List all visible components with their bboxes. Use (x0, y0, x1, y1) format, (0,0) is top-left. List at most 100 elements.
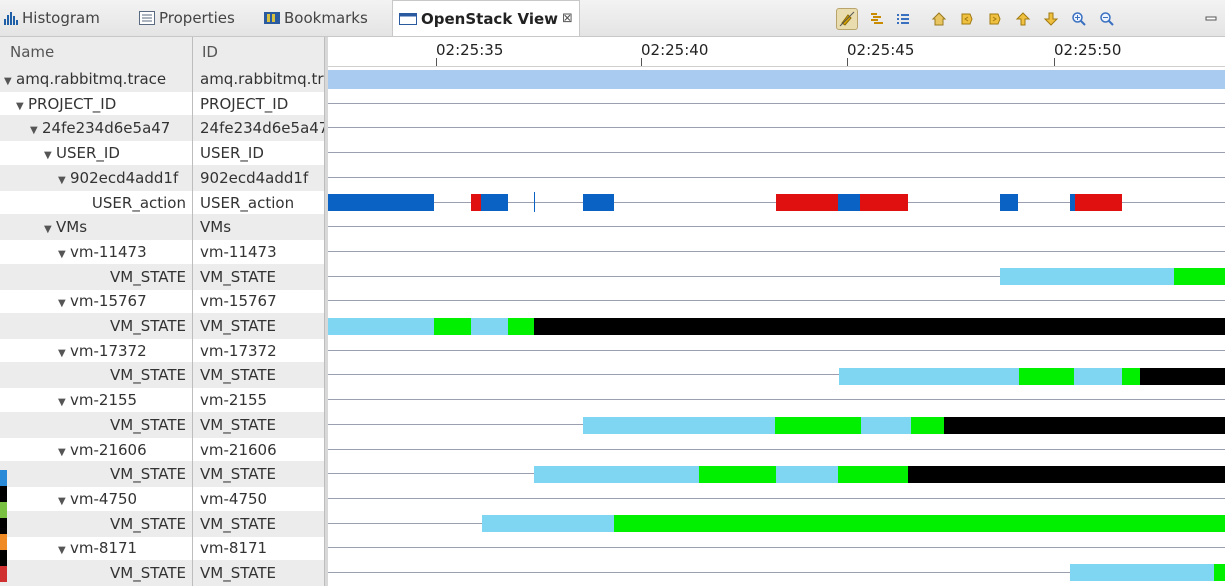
tree-row[interactable]: ▼ vm-11473 vm-11473 (0, 239, 324, 265)
tab-bookmarks[interactable]: Bookmarks (264, 0, 368, 36)
trace-state-bar[interactable] (328, 70, 1225, 89)
up-icon[interactable] (1012, 8, 1034, 30)
vm-state-bar[interactable] (911, 417, 944, 434)
tree-row[interactable]: VM_STATE VM_STATE (0, 313, 324, 339)
action-state-bar[interactable] (838, 194, 860, 211)
action-state-bar[interactable] (471, 194, 481, 211)
vm-state-bar[interactable] (944, 417, 1225, 434)
prev-event-icon[interactable] (956, 8, 978, 30)
vm-state-bar[interactable] (861, 417, 911, 434)
vm-state-bar[interactable] (434, 318, 471, 335)
vm-state-bar[interactable] (328, 318, 434, 335)
expand-toggle-icon[interactable]: ▼ (4, 69, 16, 92)
tree-row[interactable]: VM_STATE VM_STATE (0, 263, 324, 290)
vm-state-bar[interactable] (583, 417, 775, 434)
tree-row[interactable]: ▼ VMs VMs (0, 214, 324, 241)
action-state-bar[interactable] (481, 194, 508, 211)
expand-toggle-icon[interactable]: ▼ (58, 242, 70, 265)
tree-row[interactable]: ▼ 24fe234d6e5a47 24fe234d6e5a47 (0, 115, 324, 142)
close-tab-icon[interactable]: ⊠ (562, 11, 573, 26)
expand-toggle-icon[interactable]: ▼ (58, 390, 70, 413)
tree-row[interactable]: ▼amq.rabbitmq.traceamq.rabbitmq.trace (0, 66, 324, 92)
column-divider[interactable] (192, 37, 193, 586)
expand-toggle-icon[interactable]: ▼ (44, 217, 56, 240)
expand-toggle-icon[interactable]: ▼ (58, 341, 70, 364)
tree-row[interactable]: VM_STATE VM_STATE (0, 461, 324, 488)
expand-toggle-icon[interactable]: ▼ (44, 143, 56, 166)
action-state-bar[interactable] (1075, 194, 1122, 211)
tree-row[interactable]: VM_STATE VM_STATE (0, 510, 324, 537)
vm-state-bar[interactable] (1140, 368, 1225, 385)
vm-state-bar[interactable] (1019, 368, 1074, 385)
tree-row[interactable]: ▼ vm-21606 vm-21606 (0, 437, 324, 463)
action-state-bar[interactable] (860, 194, 908, 211)
sync-icon[interactable] (836, 8, 858, 30)
list-icon[interactable] (892, 8, 914, 30)
tree-row-name: ▼ PROJECT_ID (0, 91, 190, 117)
tree-row[interactable]: ▼ USER_ID USER_ID (0, 140, 324, 166)
vm-state-bar[interactable] (534, 318, 1225, 335)
expand-toggle-icon[interactable]: ▼ (58, 168, 70, 191)
tab-label: Bookmarks (284, 9, 368, 27)
down-icon[interactable] (1040, 8, 1062, 30)
column-header-id[interactable]: ID (202, 37, 218, 66)
action-state-bar[interactable] (776, 194, 838, 211)
vm-state-bar[interactable] (482, 515, 614, 532)
expand-toggle-icon[interactable]: ▼ (58, 538, 70, 561)
tree-row-name: ▼ vm-15767 (0, 288, 190, 314)
tree-row[interactable]: ▼ vm-2155 vm-2155 (0, 387, 324, 413)
vm-state-bar[interactable] (839, 368, 1019, 385)
expand-toggle-icon[interactable]: ▼ (58, 440, 70, 463)
tree-row-name: ▼ amq.rabbitmq.trace (0, 66, 190, 92)
action-state-bar[interactable] (328, 194, 434, 211)
tree-row[interactable]: USER_action USER_action (0, 190, 324, 216)
vm-state-bar[interactable] (1000, 268, 1174, 285)
action-state-bar[interactable] (583, 194, 614, 211)
tree-row[interactable]: VM_STATE VM_STATE (0, 411, 324, 438)
tab-properties[interactable]: Properties (139, 0, 235, 36)
home-icon[interactable] (928, 8, 950, 30)
tree-row-id: VM_STATE (200, 267, 276, 286)
vm-state-bar[interactable] (534, 466, 699, 483)
tree-row-id: vm-15767 (200, 292, 277, 311)
tab-histogram[interactable]: Histogram (4, 0, 100, 36)
expand-toggle-icon[interactable]: ▼ (58, 291, 70, 314)
column-header-name[interactable]: Name (10, 37, 54, 66)
vm-state-bar[interactable] (614, 515, 1225, 532)
filter-icon[interactable] (866, 8, 888, 30)
expand-toggle-icon[interactable]: ▼ (16, 94, 28, 117)
expand-toggle-icon[interactable]: ▼ (58, 489, 70, 512)
vm-state-bar[interactable] (508, 318, 534, 335)
vm-state-bar[interactable] (838, 466, 908, 483)
tab-openstack-view[interactable]: OpenStack View ⊠ (392, 0, 580, 36)
vm-state-bar[interactable] (471, 318, 508, 335)
vm-state-bar[interactable] (1070, 564, 1214, 581)
time-label: 02:25:50 (1054, 41, 1122, 59)
minimize-icon[interactable] (1200, 8, 1222, 30)
vm-state-bar[interactable] (1074, 368, 1122, 385)
vm-state-bar[interactable] (1214, 564, 1225, 581)
vm-state-bar[interactable] (775, 417, 861, 434)
vm-state-bar[interactable] (1122, 368, 1140, 385)
vm-state-bar[interactable] (699, 466, 776, 483)
next-event-icon[interactable] (984, 8, 1006, 30)
action-state-bar[interactable] (1000, 194, 1018, 211)
zoom-in-icon[interactable] (1068, 8, 1090, 30)
tree-row-name: VM_STATE (0, 412, 190, 438)
expand-toggle-icon[interactable]: ▼ (30, 118, 42, 141)
tree-row-id: vm-17372 (200, 341, 277, 360)
tree-row[interactable]: ▼ vm-4750 vm-4750 (0, 486, 324, 512)
action-marker[interactable] (534, 192, 535, 212)
tree-row[interactable]: VM_STATE VM_STATE (0, 362, 324, 389)
vm-state-bar[interactable] (1174, 268, 1225, 285)
tree-row[interactable]: ▼ vm-8171 vm-8171 (0, 535, 324, 561)
time-graph-area[interactable] (328, 66, 1225, 586)
tree-row[interactable]: ▼ vm-15767 vm-15767 (0, 288, 324, 314)
vm-state-bar[interactable] (776, 466, 838, 483)
tree-row[interactable]: VM_STATE VM_STATE (0, 560, 324, 586)
tree-row[interactable]: ▼ PROJECT_ID PROJECT_ID (0, 91, 324, 117)
vm-state-bar[interactable] (908, 466, 1225, 483)
tree-row[interactable]: ▼ vm-17372 vm-17372 (0, 338, 324, 364)
tree-row[interactable]: ▼ 902ecd4add1f 902ecd4add1f (0, 164, 324, 191)
zoom-out-icon[interactable] (1096, 8, 1118, 30)
